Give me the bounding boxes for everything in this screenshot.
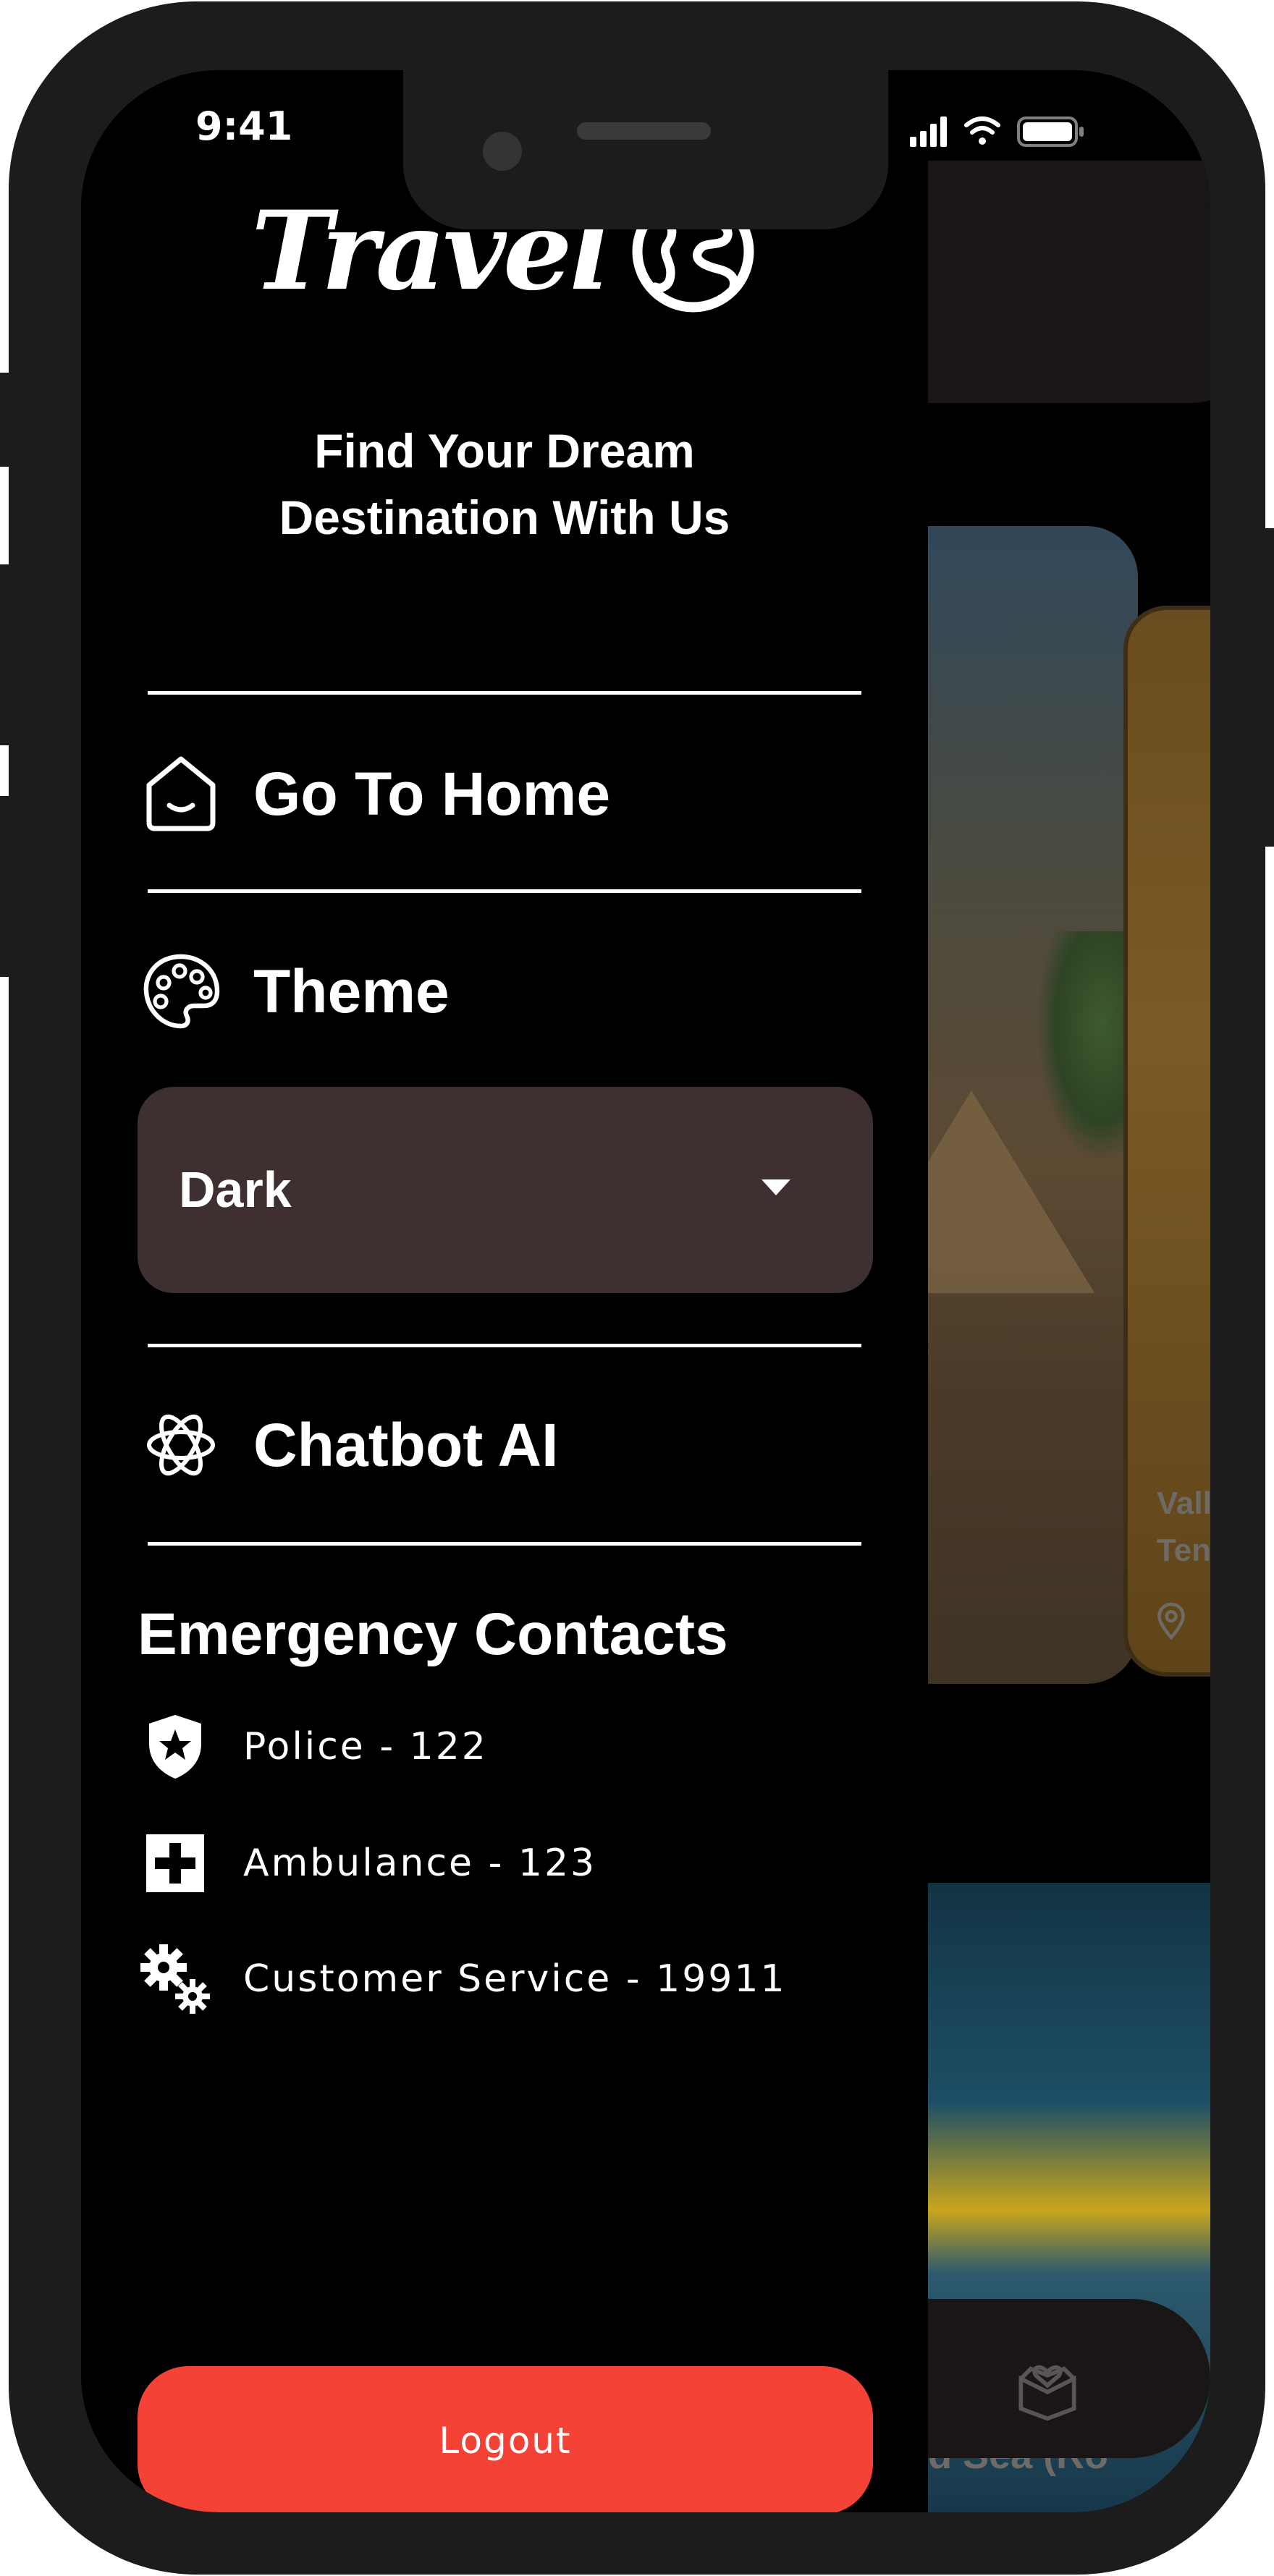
- theme-select[interactable]: Dark: [138, 1087, 873, 1293]
- signal-icon: [910, 116, 947, 147]
- card-title-line2: Ten: [1157, 1533, 1210, 1568]
- menu-item-chatbot-label: Chatbot AI: [253, 1410, 559, 1479]
- openai-icon: [147, 1414, 215, 1476]
- location-pin-icon: [1157, 1602, 1185, 1640]
- wifi-icon: [964, 116, 1000, 135]
- navigation-drawer: Travel Find Your Dream Destination With …: [81, 157, 928, 2512]
- contact-customer-service[interactable]: Customer Service - 19911: [138, 1939, 861, 2019]
- status-icons: [910, 116, 1084, 147]
- menu-item-chatbot[interactable]: Chatbot AI: [138, 1391, 861, 1499]
- volume-up-button: [0, 564, 10, 745]
- menu-item-theme[interactable]: Theme: [138, 937, 861, 1046]
- contact-police[interactable]: Police - 122: [138, 1707, 861, 1787]
- emergency-contacts-title: Emergency Contacts: [138, 1601, 728, 1667]
- divider: [148, 691, 861, 695]
- palette-icon: [143, 954, 220, 1029]
- divider: [148, 1542, 861, 1546]
- screen: Vall Ten ked Sea (Ro Travel: [81, 70, 1210, 2512]
- theme-select-value: Dark: [179, 1161, 292, 1218]
- power-button: [1264, 528, 1274, 847]
- card-title-line1: Vall: [1157, 1486, 1210, 1521]
- menu-item-theme-label: Theme: [253, 957, 450, 1025]
- first-aid-icon: [146, 1834, 204, 1892]
- heart-box-icon: [1018, 2365, 1076, 2421]
- contact-customer-service-label: Customer Service - 19911: [243, 1957, 787, 2001]
- divider: [148, 889, 861, 893]
- home-icon: [146, 756, 216, 831]
- wifi-dot: [979, 137, 986, 145]
- volume-down-button: [0, 796, 10, 977]
- police-shield-icon: [149, 1715, 201, 1779]
- background-temple-card: Vall Ten: [1123, 606, 1210, 1677]
- divider: [148, 1344, 861, 1347]
- contact-police-label: Police - 122: [243, 1725, 488, 1768]
- contact-ambulance-label: Ambulance - 123: [243, 1842, 597, 1885]
- earpiece-speaker: [577, 122, 711, 140]
- background-bottom-nav: [885, 2299, 1210, 2458]
- tagline: Find Your Dream Destination With Us: [81, 418, 928, 551]
- battery-icon: [1017, 116, 1084, 147]
- phone-frame: Vall Ten ked Sea (Ro Travel: [9, 1, 1265, 2575]
- mute-switch: [0, 373, 10, 467]
- chevron-down-icon: [762, 1179, 790, 1195]
- gears-icon: [140, 1944, 210, 2014]
- background-search-card: [914, 161, 1210, 403]
- logout-button[interactable]: Logout: [138, 2366, 873, 2512]
- contact-ambulance[interactable]: Ambulance - 123: [138, 1823, 861, 1903]
- menu-item-home-label: Go To Home: [253, 759, 611, 828]
- menu-item-home[interactable]: Go To Home: [138, 740, 861, 848]
- notch: [403, 63, 888, 229]
- front-camera: [483, 132, 522, 171]
- tagline-line2: Destination With Us: [279, 491, 730, 544]
- status-time: 9:41: [195, 103, 293, 149]
- tagline-line1: Find Your Dream: [314, 424, 695, 478]
